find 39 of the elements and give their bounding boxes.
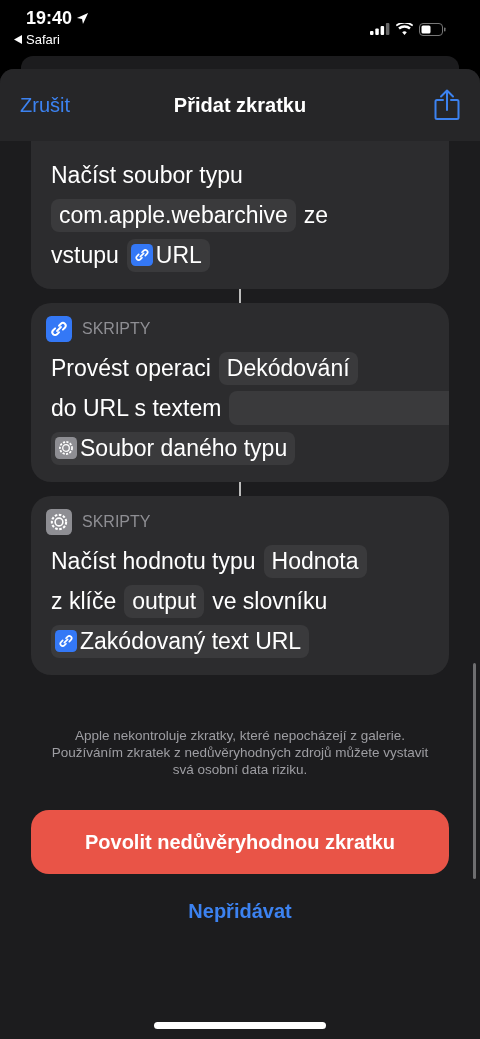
category-label: SKRIPTY bbox=[82, 320, 151, 338]
cancel-button[interactable]: Zrušit bbox=[20, 93, 70, 117]
variable-token[interactable]: URL bbox=[126, 238, 210, 272]
signal-icon bbox=[370, 23, 390, 35]
variable-token[interactable]: Soubor daného typu bbox=[51, 431, 296, 465]
action-text: do URL s textem bbox=[51, 394, 222, 422]
share-icon bbox=[434, 89, 460, 121]
action-text: ze bbox=[303, 201, 329, 229]
link-icon bbox=[55, 630, 77, 652]
battery-icon bbox=[419, 22, 446, 36]
disclaimer-text: Apple nekontroluje zkratky, které nepocházejí z galerie. Používáním zkratek z nedůvěryhodných zdrojů můžete vystavit svá osobní data riziku. bbox=[50, 727, 430, 778]
wifi-icon bbox=[396, 23, 413, 35]
parameter-token[interactable]: com.apple.webarchive bbox=[51, 198, 296, 232]
back-link[interactable]: Safari bbox=[14, 32, 90, 47]
gear-icon bbox=[46, 509, 72, 535]
action-text: vstupu bbox=[51, 241, 119, 269]
variable-token[interactable]: Zakódovaný text URL bbox=[51, 624, 310, 658]
gear-icon bbox=[55, 437, 77, 459]
link-icon bbox=[46, 316, 72, 342]
parameter-token[interactable]: Dekódování bbox=[218, 351, 358, 385]
action-text: z klíče bbox=[51, 587, 117, 615]
share-button[interactable] bbox=[434, 89, 460, 121]
action-text: Načíst soubor typu bbox=[51, 161, 243, 189]
sheet-title: Přidat zkratku bbox=[173, 93, 307, 117]
connector-line bbox=[239, 289, 241, 303]
empty-text-field[interactable] bbox=[229, 391, 449, 425]
allow-button[interactable]: Povolit nedůvěryhodnou zkratku bbox=[31, 810, 449, 874]
clock-time: 19:40 bbox=[26, 8, 73, 29]
link-icon bbox=[130, 244, 153, 266]
dont-add-button[interactable]: Nepřidávat bbox=[188, 896, 292, 927]
action-text: ve slovníku bbox=[212, 587, 328, 615]
connector-line bbox=[239, 482, 241, 496]
location-arrow-icon bbox=[76, 12, 90, 25]
category-label: SKRIPTY bbox=[82, 513, 151, 531]
parameter-token[interactable]: output bbox=[124, 584, 205, 618]
back-triangle-icon bbox=[14, 35, 22, 44]
action-text: Načíst hodnotu typu bbox=[51, 547, 256, 575]
parameter-token[interactable]: Hodnota bbox=[263, 544, 367, 578]
action-text: Provést operaci bbox=[51, 354, 211, 382]
